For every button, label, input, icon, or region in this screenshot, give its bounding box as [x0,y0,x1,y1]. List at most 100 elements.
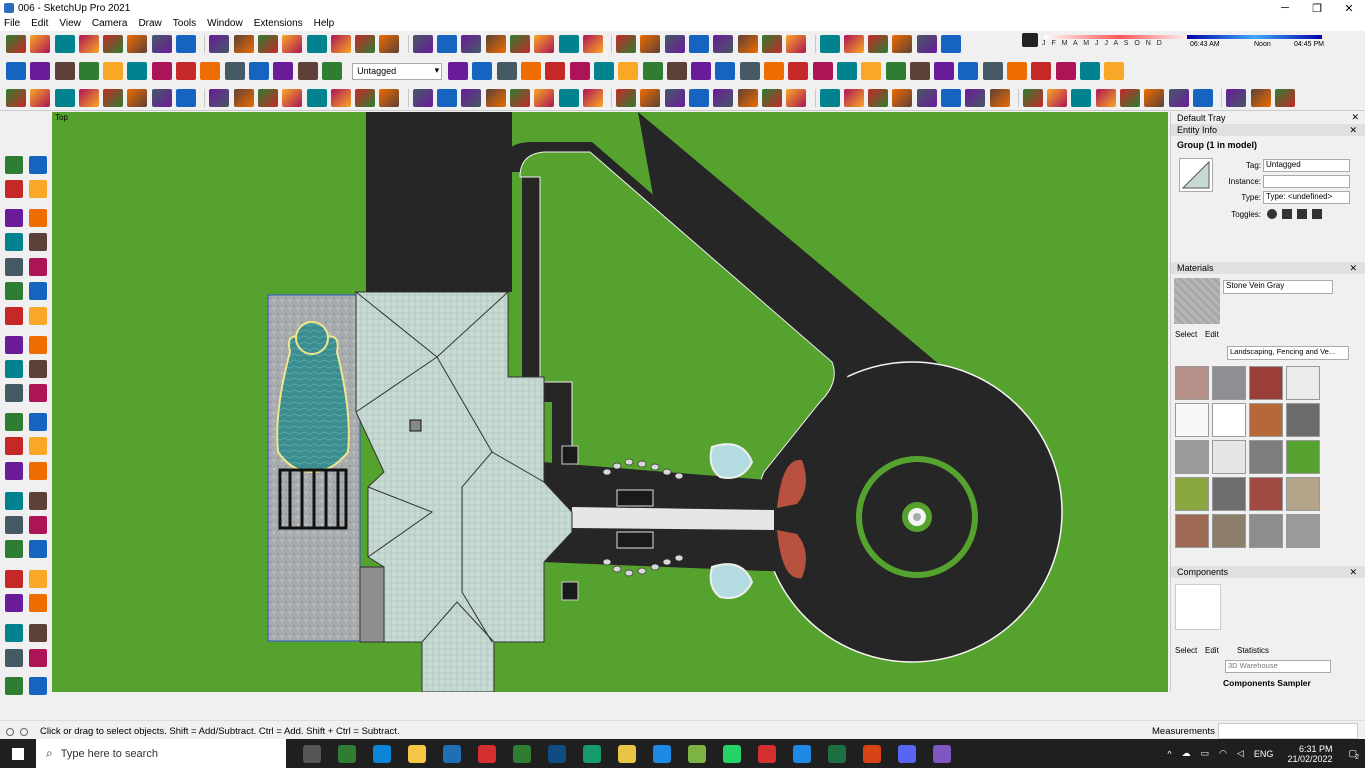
toolbar-tool-icon[interactable] [640,88,661,107]
left-tool-icon[interactable] [29,516,47,534]
toolbar-tool-icon[interactable] [461,35,482,53]
toolbar-tool-icon[interactable] [1031,62,1052,80]
left-tool-icon[interactable] [5,624,23,642]
toolbar-tool-icon[interactable] [412,88,433,107]
toolbar-tool-icon[interactable] [127,62,148,80]
left-tool-icon[interactable] [5,282,23,300]
tag-selector[interactable]: Untagged [352,62,443,80]
toolbar-tool-icon[interactable] [297,62,318,80]
left-tool-icon[interactable] [29,492,47,510]
receive-shadows-toggle-icon[interactable] [1297,209,1307,219]
material-swatch[interactable] [1212,366,1246,400]
toolbar-tool-icon[interactable] [103,35,124,53]
left-tool-icon[interactable] [5,209,23,227]
chrome-icon[interactable] [652,744,671,763]
toolbar-tool-icon[interactable] [1071,88,1092,107]
left-tool-icon[interactable] [29,307,47,325]
toolbar-tool-icon[interactable] [379,35,400,53]
entity-info-header[interactable]: Entity Info ✕ [1171,124,1365,136]
material-swatch[interactable] [1175,366,1209,400]
toolbar-tool-icon[interactable] [209,35,230,53]
material-swatch[interactable] [1175,440,1209,474]
file-explorer-icon[interactable] [407,744,426,763]
toolbar-tool-icon[interactable] [54,62,75,80]
left-tool-icon[interactable] [29,649,47,667]
left-tool-icon[interactable] [29,594,47,612]
excel-icon[interactable] [862,744,881,763]
left-tool-icon[interactable] [29,413,47,431]
materials-close-icon[interactable]: ✕ [1349,263,1357,274]
todo-icon[interactable] [827,744,846,763]
toolbar-tool-icon[interactable] [843,35,864,53]
left-tool-icon[interactable] [29,570,47,588]
toolbar-tool-icon[interactable] [151,35,172,53]
material-swatch[interactable] [1175,403,1209,437]
toolbar-tool-icon[interactable] [521,62,542,80]
material-swatch[interactable] [1212,477,1246,511]
task-view-icon[interactable] [302,744,321,763]
network-icon[interactable]: ◠ [1219,748,1227,759]
minimize-button[interactable]: ─ [1269,0,1301,16]
left-tool-icon[interactable] [5,594,23,612]
toolbar-tool-icon[interactable] [582,35,603,53]
toolbar-tool-icon[interactable] [1047,88,1068,107]
toolbar-tool-icon[interactable] [1104,62,1125,80]
left-tool-icon[interactable] [29,437,47,455]
components-tab-statistics[interactable]: Statistics [1237,646,1269,655]
material-library-select[interactable]: Landscaping, Fencing and Ve... [1227,346,1349,360]
volume-icon[interactable]: ◁ [1237,748,1244,759]
photoshop-icon[interactable] [547,744,566,763]
left-tool-icon[interactable] [29,384,47,402]
app-icon[interactable] [582,744,601,763]
left-tool-icon[interactable] [5,336,23,354]
toolbar-tool-icon[interactable] [176,88,197,107]
material-swatch[interactable] [1212,440,1246,474]
toolbar-tool-icon[interactable] [1168,88,1189,107]
toolbar-tool-icon[interactable] [909,62,930,80]
toolbar-tool-icon[interactable] [306,88,327,107]
toolbar-tool-icon[interactable] [200,62,221,80]
left-tool-icon[interactable] [5,156,23,174]
material-swatch[interactable] [1175,514,1209,548]
battery-icon[interactable]: ▭ [1201,748,1210,759]
menu-camera[interactable]: Camera [92,18,128,29]
toolbar-tool-icon[interactable] [812,62,833,80]
toolbar-tool-icon[interactable] [934,62,955,80]
toolbar-tool-icon[interactable] [209,88,230,107]
left-tool-icon[interactable] [5,516,23,534]
toolbar-tool-icon[interactable] [958,62,979,80]
components-tab-select[interactable]: Select [1175,646,1197,655]
left-tool-icon[interactable] [5,233,23,251]
acrobat-icon[interactable] [477,744,496,763]
time-slider[interactable] [1187,35,1322,39]
toolbar-tool-icon[interactable] [355,35,376,53]
material-swatch[interactable] [1286,366,1320,400]
toolbar-tool-icon[interactable] [1144,88,1165,107]
menu-tools[interactable]: Tools [173,18,196,29]
toolbar-tool-icon[interactable] [461,88,482,107]
toolbar-tool-icon[interactable] [819,35,840,53]
toolbar-tool-icon[interactable] [786,35,807,53]
toolbar-tool-icon[interactable] [509,88,530,107]
toolbar-tool-icon[interactable] [989,88,1010,107]
toolbar-tool-icon[interactable] [642,62,663,80]
left-tool-icon[interactable] [5,462,23,480]
toolbar-tool-icon[interactable] [916,35,937,53]
onedrive-icon[interactable]: ☁ [1182,748,1191,759]
left-tool-icon[interactable] [29,336,47,354]
toolbar-tool-icon[interactable] [843,88,864,107]
material-swatch[interactable] [1249,366,1283,400]
close-button[interactable]: ✕ [1333,0,1365,16]
material-swatch[interactable] [1286,514,1320,548]
left-tool-icon[interactable] [29,360,47,378]
toolbar-tool-icon[interactable] [761,88,782,107]
toolbar-tool-icon[interactable] [472,62,493,80]
restore-button[interactable]: ❐ [1301,0,1333,16]
toolbar-tool-icon[interactable] [713,35,734,53]
material-swatch[interactable] [1249,440,1283,474]
toolbar-tool-icon[interactable] [965,88,986,107]
left-tool-icon[interactable] [5,413,23,431]
toolbar-tool-icon[interactable] [713,88,734,107]
edge-icon[interactable] [372,744,391,763]
toolbar-tool-icon[interactable] [1250,88,1271,107]
